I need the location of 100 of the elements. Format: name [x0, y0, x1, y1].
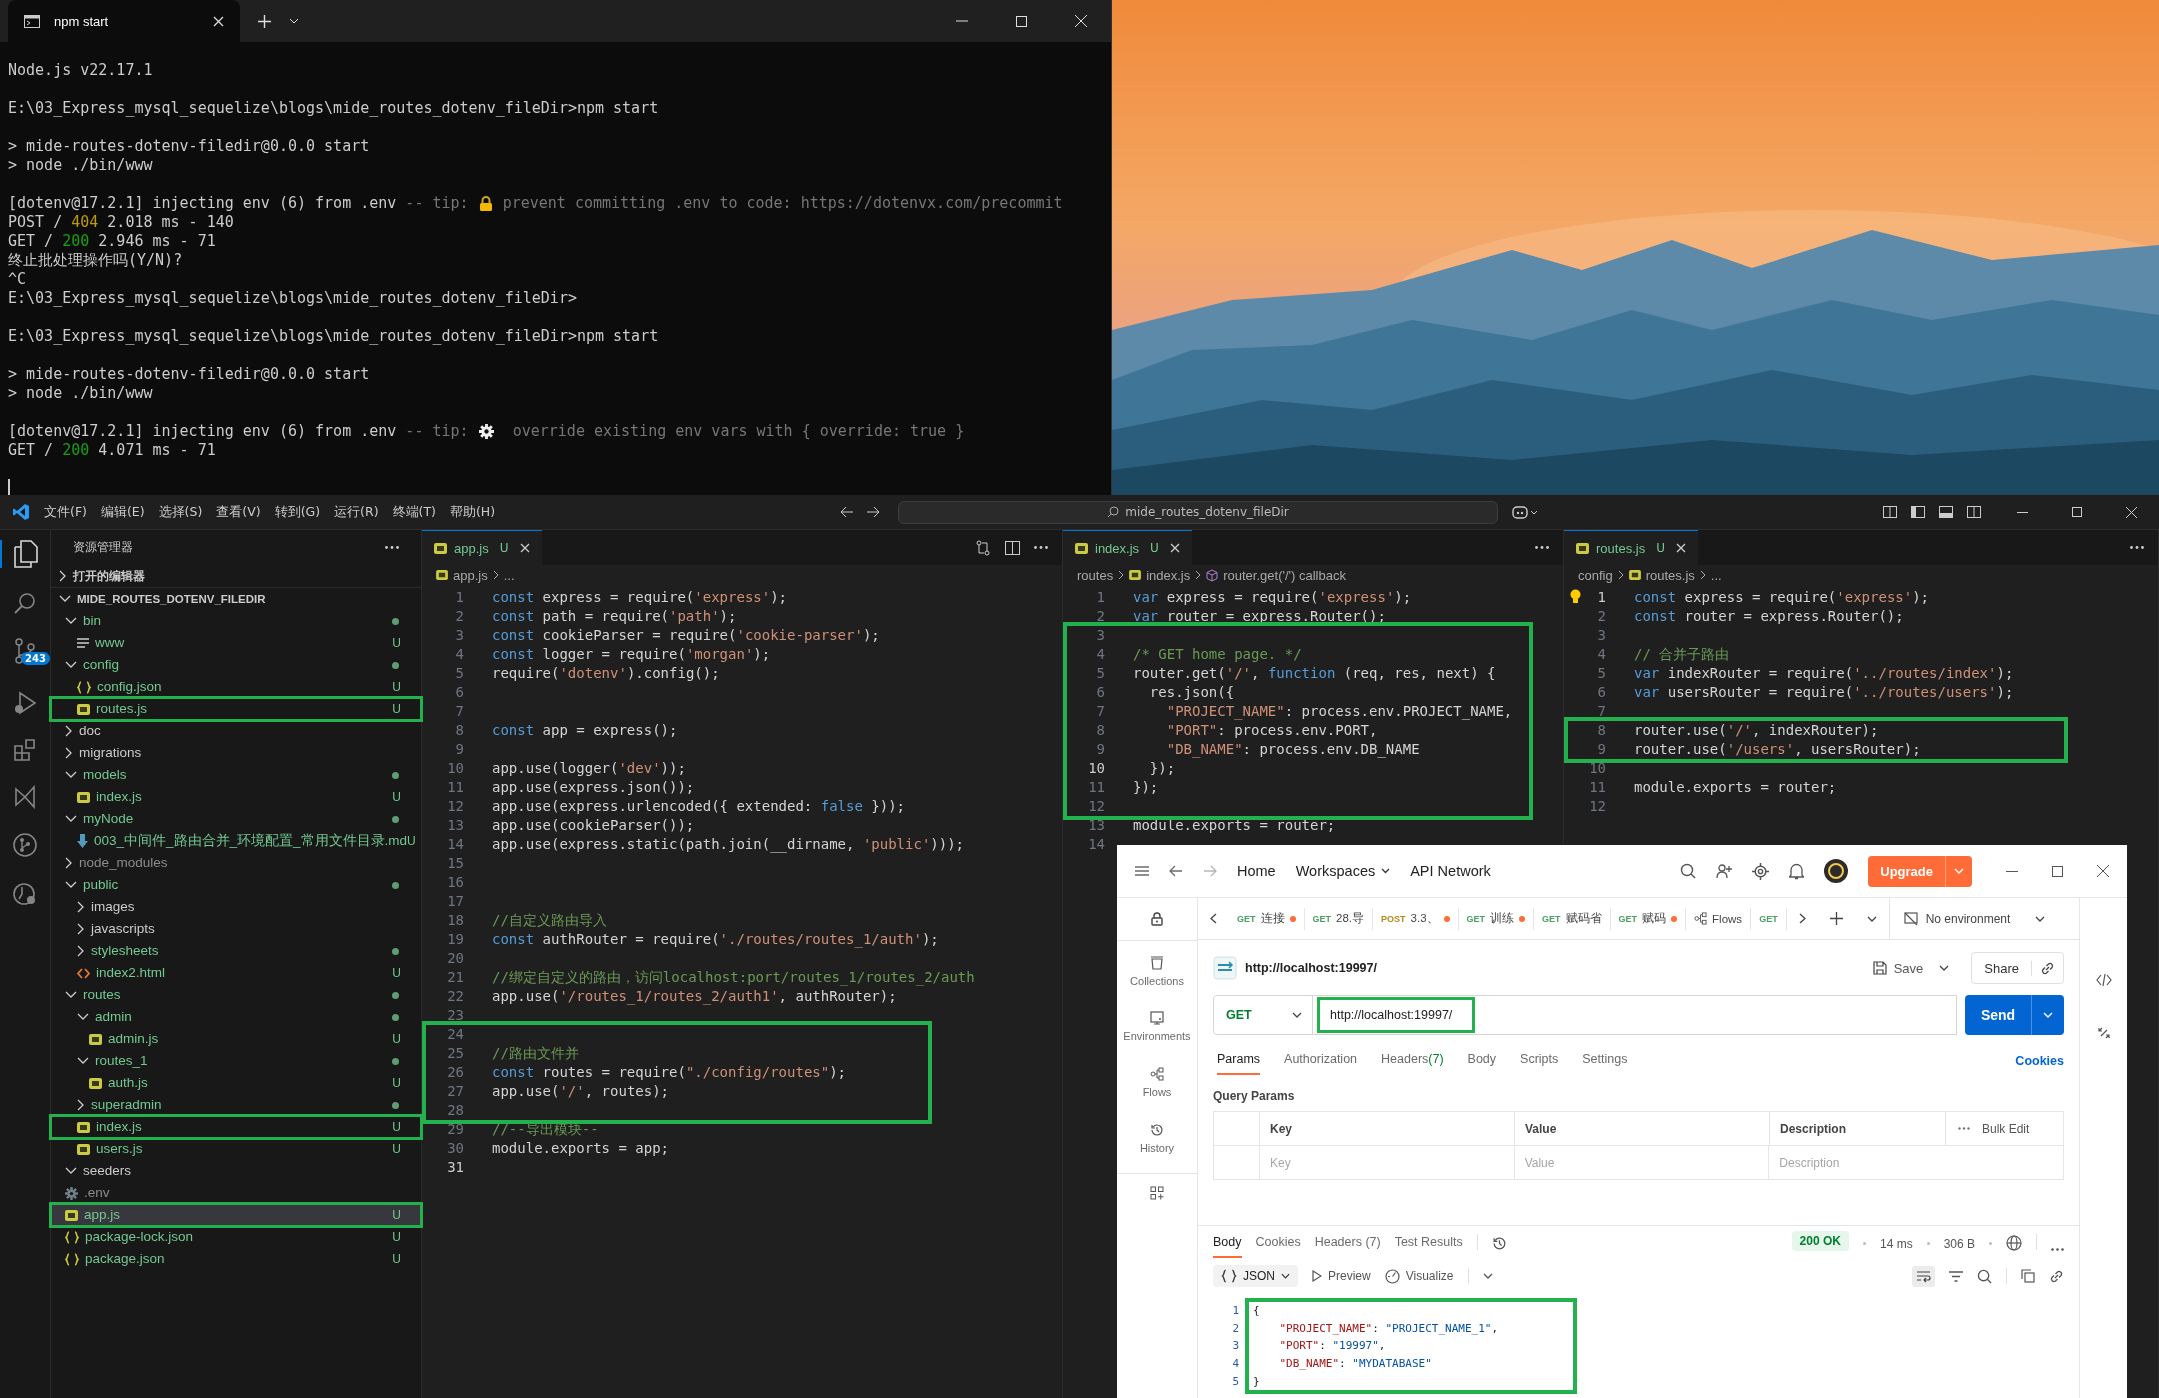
request-option-tab[interactable]: Params	[1217, 1052, 1261, 1075]
lightbulb-icon[interactable]	[1570, 589, 1581, 604]
section-header[interactable]: MIDE_ROUTES_DOTENV_FILEDIR	[51, 587, 421, 610]
request-option-tab[interactable]: Headers(7)	[1381, 1052, 1444, 1075]
more-icon[interactable]	[2051, 1248, 2064, 1251]
chevron-right-icon[interactable]	[1798, 913, 1806, 924]
cookies-link[interactable]: Cookies	[2015, 1054, 2064, 1075]
table-input-field[interactable]: Key	[1269, 1155, 1470, 1170]
tree-item[interactable]: config.json U	[51, 676, 421, 698]
breadcrumb-item[interactable]: router.get('/') callback	[1223, 567, 1346, 583]
tree-item[interactable]: routes_1	[51, 1050, 421, 1072]
split-editor-icon[interactable]	[1005, 540, 1020, 555]
close-icon[interactable]	[2097, 865, 2109, 877]
nav-link[interactable]: Home	[1237, 863, 1276, 879]
table-input-field[interactable]: Description	[1779, 1155, 1980, 1170]
tree-item[interactable]: admin.js U	[51, 1028, 421, 1050]
request-option-tab[interactable]: Settings	[1582, 1052, 1628, 1075]
breadcrumb-item[interactable]: ...	[503, 567, 515, 583]
visualize-button[interactable]: Visualize	[1384, 1268, 1454, 1284]
more-icon[interactable]	[385, 546, 399, 549]
back-icon[interactable]	[1169, 865, 1183, 877]
tree-item[interactable]: myNode	[51, 808, 421, 830]
tree-item[interactable]: .env	[51, 1182, 421, 1204]
lock-icon[interactable]	[1151, 912, 1163, 926]
breadcrumb-item[interactable]: app.js	[453, 567, 488, 583]
menu-item[interactable]: 转到(G)	[274, 503, 321, 521]
url-field[interactable]: http://localhost:19997/	[1317, 997, 1476, 1033]
add-user-icon[interactable]	[1716, 863, 1733, 879]
request-tab[interactable]: Flows	[1686, 907, 1752, 930]
compare-icon[interactable]	[975, 539, 991, 556]
tree-item[interactable]: doc	[51, 720, 421, 742]
bell-icon[interactable]	[1789, 862, 1805, 880]
tree-item[interactable]: superadmin	[51, 1094, 421, 1116]
tree-item[interactable]: admin	[51, 1006, 421, 1028]
tree-item[interactable]: node_modules	[51, 852, 421, 874]
preview-button[interactable]: Preview	[1312, 1269, 1371, 1283]
request-tab[interactable]: GET 赋码省	[1534, 907, 1611, 930]
breadcrumb-item[interactable]: ...	[1710, 567, 1722, 583]
nav-link[interactable]: Workspaces	[1295, 863, 1391, 879]
menu-icon[interactable]	[1135, 866, 1149, 876]
response-tab[interactable]: Test Results	[1394, 1235, 1463, 1258]
timeline-icon[interactable]	[12, 881, 38, 907]
menu-item[interactable]: 查看(V)	[216, 503, 261, 521]
tree-item[interactable]: index.js U	[51, 1116, 421, 1138]
tree-item[interactable]: bin	[51, 610, 421, 632]
environment-select[interactable]: No environment	[1888, 897, 2059, 940]
tree-item[interactable]: users.js U	[51, 1138, 421, 1160]
layout-icon[interactable]	[1967, 506, 1981, 518]
wrap-icon[interactable]	[1916, 1269, 1931, 1283]
layout-icon[interactable]	[1939, 506, 1953, 518]
tree-item[interactable]: package-lock.json U	[51, 1226, 421, 1248]
sidebar-item[interactable]: Environments	[1123, 997, 1191, 1053]
breadcrumb-item[interactable]: routes	[1077, 567, 1114, 583]
minimize-icon[interactable]	[2006, 870, 2018, 872]
apps-icon[interactable]	[1150, 1186, 1164, 1200]
files-icon[interactable]	[13, 540, 39, 568]
response-tab[interactable]: Headers (7)	[1314, 1235, 1381, 1258]
filter-icon[interactable]	[1949, 1270, 1963, 1282]
tree-item[interactable]: config	[51, 654, 421, 676]
editor-tab[interactable]: routes.js U	[1564, 530, 1698, 565]
tree-item[interactable]: auth.js U	[51, 1072, 421, 1094]
maximize-icon[interactable]	[2052, 865, 2063, 877]
request-tab[interactable]: GET 训练	[1458, 907, 1535, 930]
tree-item[interactable]: package.json U	[51, 1248, 421, 1270]
request-tab[interactable]: GET 连接	[1229, 907, 1305, 930]
tree-item[interactable]: www U	[51, 632, 421, 654]
response-tab[interactable]: Cookies	[1255, 1235, 1301, 1258]
tree-item[interactable]: 003_中间件_路由合并_环境配置_常用文件目录.mdU	[51, 830, 421, 852]
menu-item[interactable]: 运行(R)	[334, 503, 379, 521]
tree-item[interactable]: javascripts	[51, 918, 421, 940]
breadcrumb-item[interactable]: index.js	[1146, 567, 1191, 583]
menu-item[interactable]: 终端(T)	[392, 503, 436, 521]
section-header[interactable]: 打开的编辑器	[51, 565, 421, 587]
request-tab[interactable]: GET 赋码	[1610, 907, 1687, 930]
code-icon[interactable]	[2095, 974, 2112, 986]
bulk-edit-link[interactable]: Bulk Edit	[1982, 1121, 2030, 1136]
request-tab[interactable]: GET 28.导	[1304, 907, 1374, 930]
response-tab[interactable]: Body	[1213, 1235, 1242, 1258]
menu-item[interactable]: 编辑(E)	[100, 503, 145, 521]
tree-item[interactable]: app.js U	[51, 1204, 421, 1226]
search-icon[interactable]	[13, 591, 37, 615]
more-icon[interactable]	[1034, 546, 1048, 549]
editor-tab[interactable]: app.js U	[422, 530, 542, 565]
tree-item[interactable]: migrations	[51, 742, 421, 764]
caret-icon[interactable]	[1939, 965, 1950, 971]
tree-item[interactable]: seeders	[51, 1160, 421, 1182]
more-icon[interactable]	[1535, 546, 1549, 549]
send-button[interactable]: Send	[1965, 995, 2031, 1035]
link-icon[interactable]	[2040, 960, 2055, 976]
sidebar-item[interactable]: Flows	[1142, 1053, 1172, 1109]
nav-link[interactable]: API Network	[1410, 863, 1491, 879]
copy-icon[interactable]	[2021, 1269, 2035, 1283]
search-icon[interactable]	[1680, 863, 1697, 879]
caret-icon[interactable]	[1866, 915, 1877, 922]
save-button[interactable]: Save	[1864, 960, 1932, 976]
history-icon[interactable]	[1491, 1236, 1507, 1251]
request-tab[interactable]: POST 3.3、	[1373, 907, 1459, 930]
tree-item[interactable]: models	[51, 764, 421, 786]
search-icon[interactable]	[1977, 1268, 1992, 1284]
tree-item[interactable]: routes.js U	[51, 698, 421, 720]
